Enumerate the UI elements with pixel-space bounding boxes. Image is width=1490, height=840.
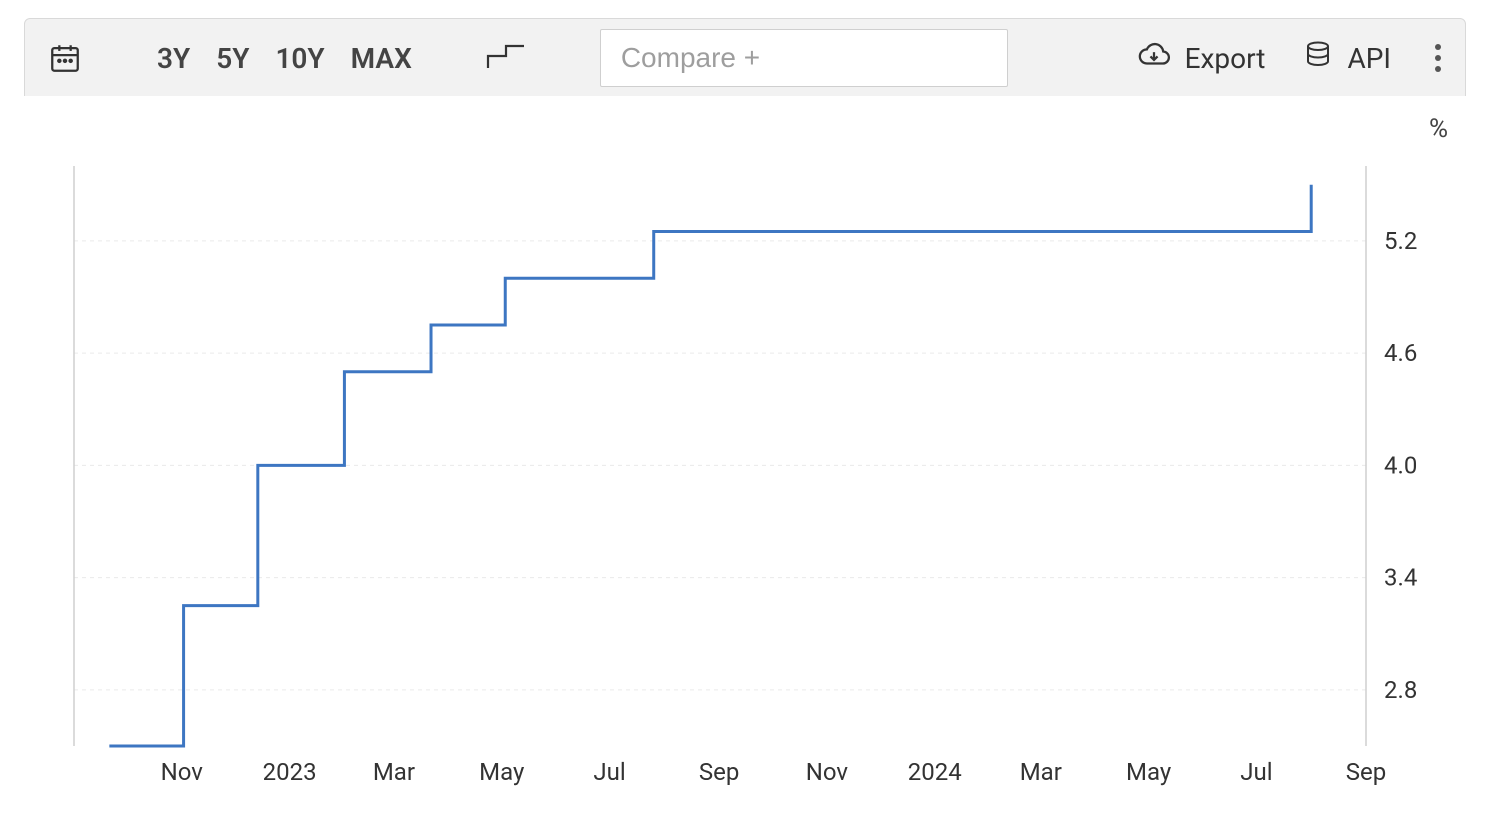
compare-input-box[interactable]	[600, 29, 1008, 87]
export-button[interactable]: Export	[1137, 38, 1266, 79]
svg-text:Mar: Mar	[1020, 758, 1062, 786]
svg-text:Jul: Jul	[593, 758, 625, 786]
range-3y[interactable]: 3Y	[157, 42, 190, 75]
svg-text:Sep: Sep	[1346, 758, 1386, 786]
svg-text:May: May	[479, 758, 525, 786]
range-max[interactable]: MAX	[351, 42, 412, 75]
svg-text:May: May	[1126, 758, 1172, 786]
step-line-icon[interactable]	[486, 44, 526, 72]
svg-text:Mar: Mar	[373, 758, 415, 786]
svg-text:3.4: 3.4	[1384, 564, 1417, 592]
export-label: Export	[1185, 42, 1266, 75]
api-button[interactable]: API	[1303, 38, 1391, 79]
calendar-icon[interactable]	[43, 36, 87, 80]
range-10y[interactable]: 10Y	[275, 42, 324, 75]
svg-text:Sep: Sep	[699, 758, 739, 786]
svg-text:5.2: 5.2	[1384, 227, 1417, 255]
svg-text:2023: 2023	[263, 758, 317, 786]
chart-area: % 2.83.44.04.65.2Nov2023MarMayJulSepNov2…	[24, 96, 1466, 816]
download-cloud-icon	[1137, 38, 1171, 79]
chart-toolbar: 3Y 5Y 10Y MAX Export	[24, 18, 1466, 98]
range-group: 3Y 5Y 10Y MAX	[157, 42, 412, 75]
api-label: API	[1347, 42, 1391, 75]
toolbar-right: Export API	[1137, 38, 1447, 79]
svg-text:2024: 2024	[908, 758, 962, 786]
svg-text:4.0: 4.0	[1384, 451, 1417, 479]
svg-text:Nov: Nov	[806, 758, 849, 786]
toolbar-left: 3Y 5Y 10Y MAX	[43, 29, 1008, 87]
line-chart[interactable]: 2.8 3.4 4.0 4.6 5.2 Nov 2023 Mar May Jul Sep Nov 202…	[24, 96, 1466, 816]
svg-text:2.8: 2.8	[1384, 676, 1417, 704]
svg-text:Jul: Jul	[1240, 758, 1272, 786]
svg-text:4.6: 4.6	[1384, 339, 1417, 367]
compare-input[interactable]	[619, 41, 989, 75]
database-icon	[1303, 38, 1333, 79]
range-5y[interactable]: 5Y	[216, 42, 249, 75]
more-menu-icon[interactable]	[1429, 38, 1447, 78]
svg-text:Nov: Nov	[161, 758, 204, 786]
